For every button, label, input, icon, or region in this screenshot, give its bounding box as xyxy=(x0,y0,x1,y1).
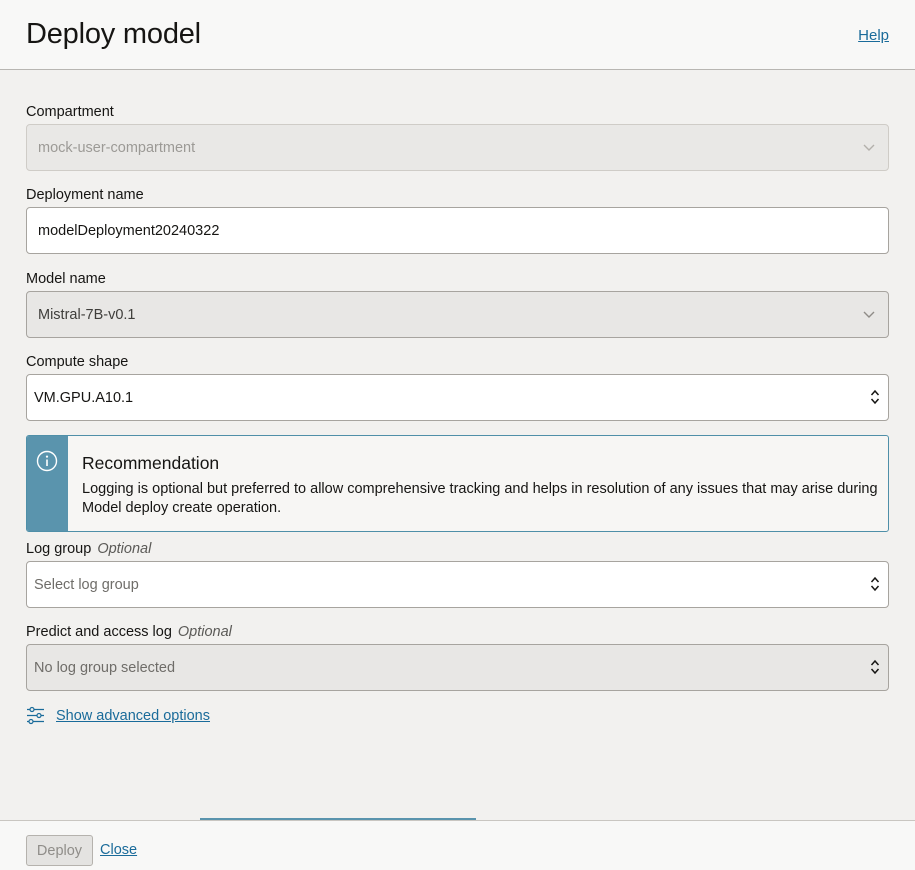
predict-access-log-label: Predict and access log Optional xyxy=(26,624,232,640)
recommendation-banner: Recommendation Logging is optional but p… xyxy=(26,435,889,532)
optional-tag: Optional xyxy=(97,541,152,557)
model-name-value: Mistral-7B-v0.1 xyxy=(38,306,136,323)
recommendation-text: Logging is optional but preferred to all… xyxy=(82,481,878,516)
log-group-placeholder: Select log group xyxy=(34,576,139,593)
deploy-button[interactable]: Deploy xyxy=(26,835,93,866)
select-arrows-icon xyxy=(870,576,880,592)
show-advanced-options[interactable]: Show advanced options xyxy=(26,706,210,725)
optional-tag: Optional xyxy=(177,624,232,640)
page-title: Deploy model xyxy=(26,18,201,50)
sliders-icon xyxy=(27,706,44,725)
chevron-down-icon xyxy=(863,144,875,151)
compartment-select[interactable]: mock-user-compartment xyxy=(26,124,889,171)
predict-access-log-label-text: Predict and access log xyxy=(26,624,172,640)
info-icon xyxy=(36,450,58,472)
help-link[interactable]: Help xyxy=(858,27,889,44)
recommendation-title: Recommendation xyxy=(82,453,220,473)
predict-access-log-placeholder: No log group selected xyxy=(34,659,176,676)
compartment-label: Compartment xyxy=(26,104,114,120)
close-link[interactable]: Close xyxy=(100,842,137,858)
model-name-label: Model name xyxy=(26,271,106,287)
compute-shape-select[interactable]: VM.GPU.A10.1 xyxy=(26,374,889,421)
deployment-name-label: Deployment name xyxy=(26,187,144,203)
log-group-label-text: Log group xyxy=(26,541,92,557)
panel-footer: Deploy Close xyxy=(0,820,915,870)
log-group-label: Log group Optional xyxy=(26,541,151,557)
select-arrows-icon xyxy=(870,389,880,405)
predict-access-log-select[interactable]: No log group selected xyxy=(26,644,889,691)
deployment-name-value: modelDeployment20240322 xyxy=(38,222,220,239)
compute-shape-label: Compute shape xyxy=(26,354,129,370)
show-advanced-options-label: Show advanced options xyxy=(56,707,210,724)
deployment-name-input[interactable]: modelDeployment20240322 xyxy=(26,207,889,254)
model-name-select[interactable]: Mistral-7B-v0.1 xyxy=(26,291,889,338)
panel-header: Deploy model Help xyxy=(0,0,915,70)
chevron-down-icon xyxy=(863,311,875,318)
compute-shape-value: VM.GPU.A10.1 xyxy=(34,389,134,406)
compartment-value: mock-user-compartment xyxy=(38,139,196,156)
select-arrows-icon xyxy=(870,659,880,675)
log-group-select[interactable]: Select log group xyxy=(26,561,889,608)
recommendation-accent-bar xyxy=(27,436,68,531)
